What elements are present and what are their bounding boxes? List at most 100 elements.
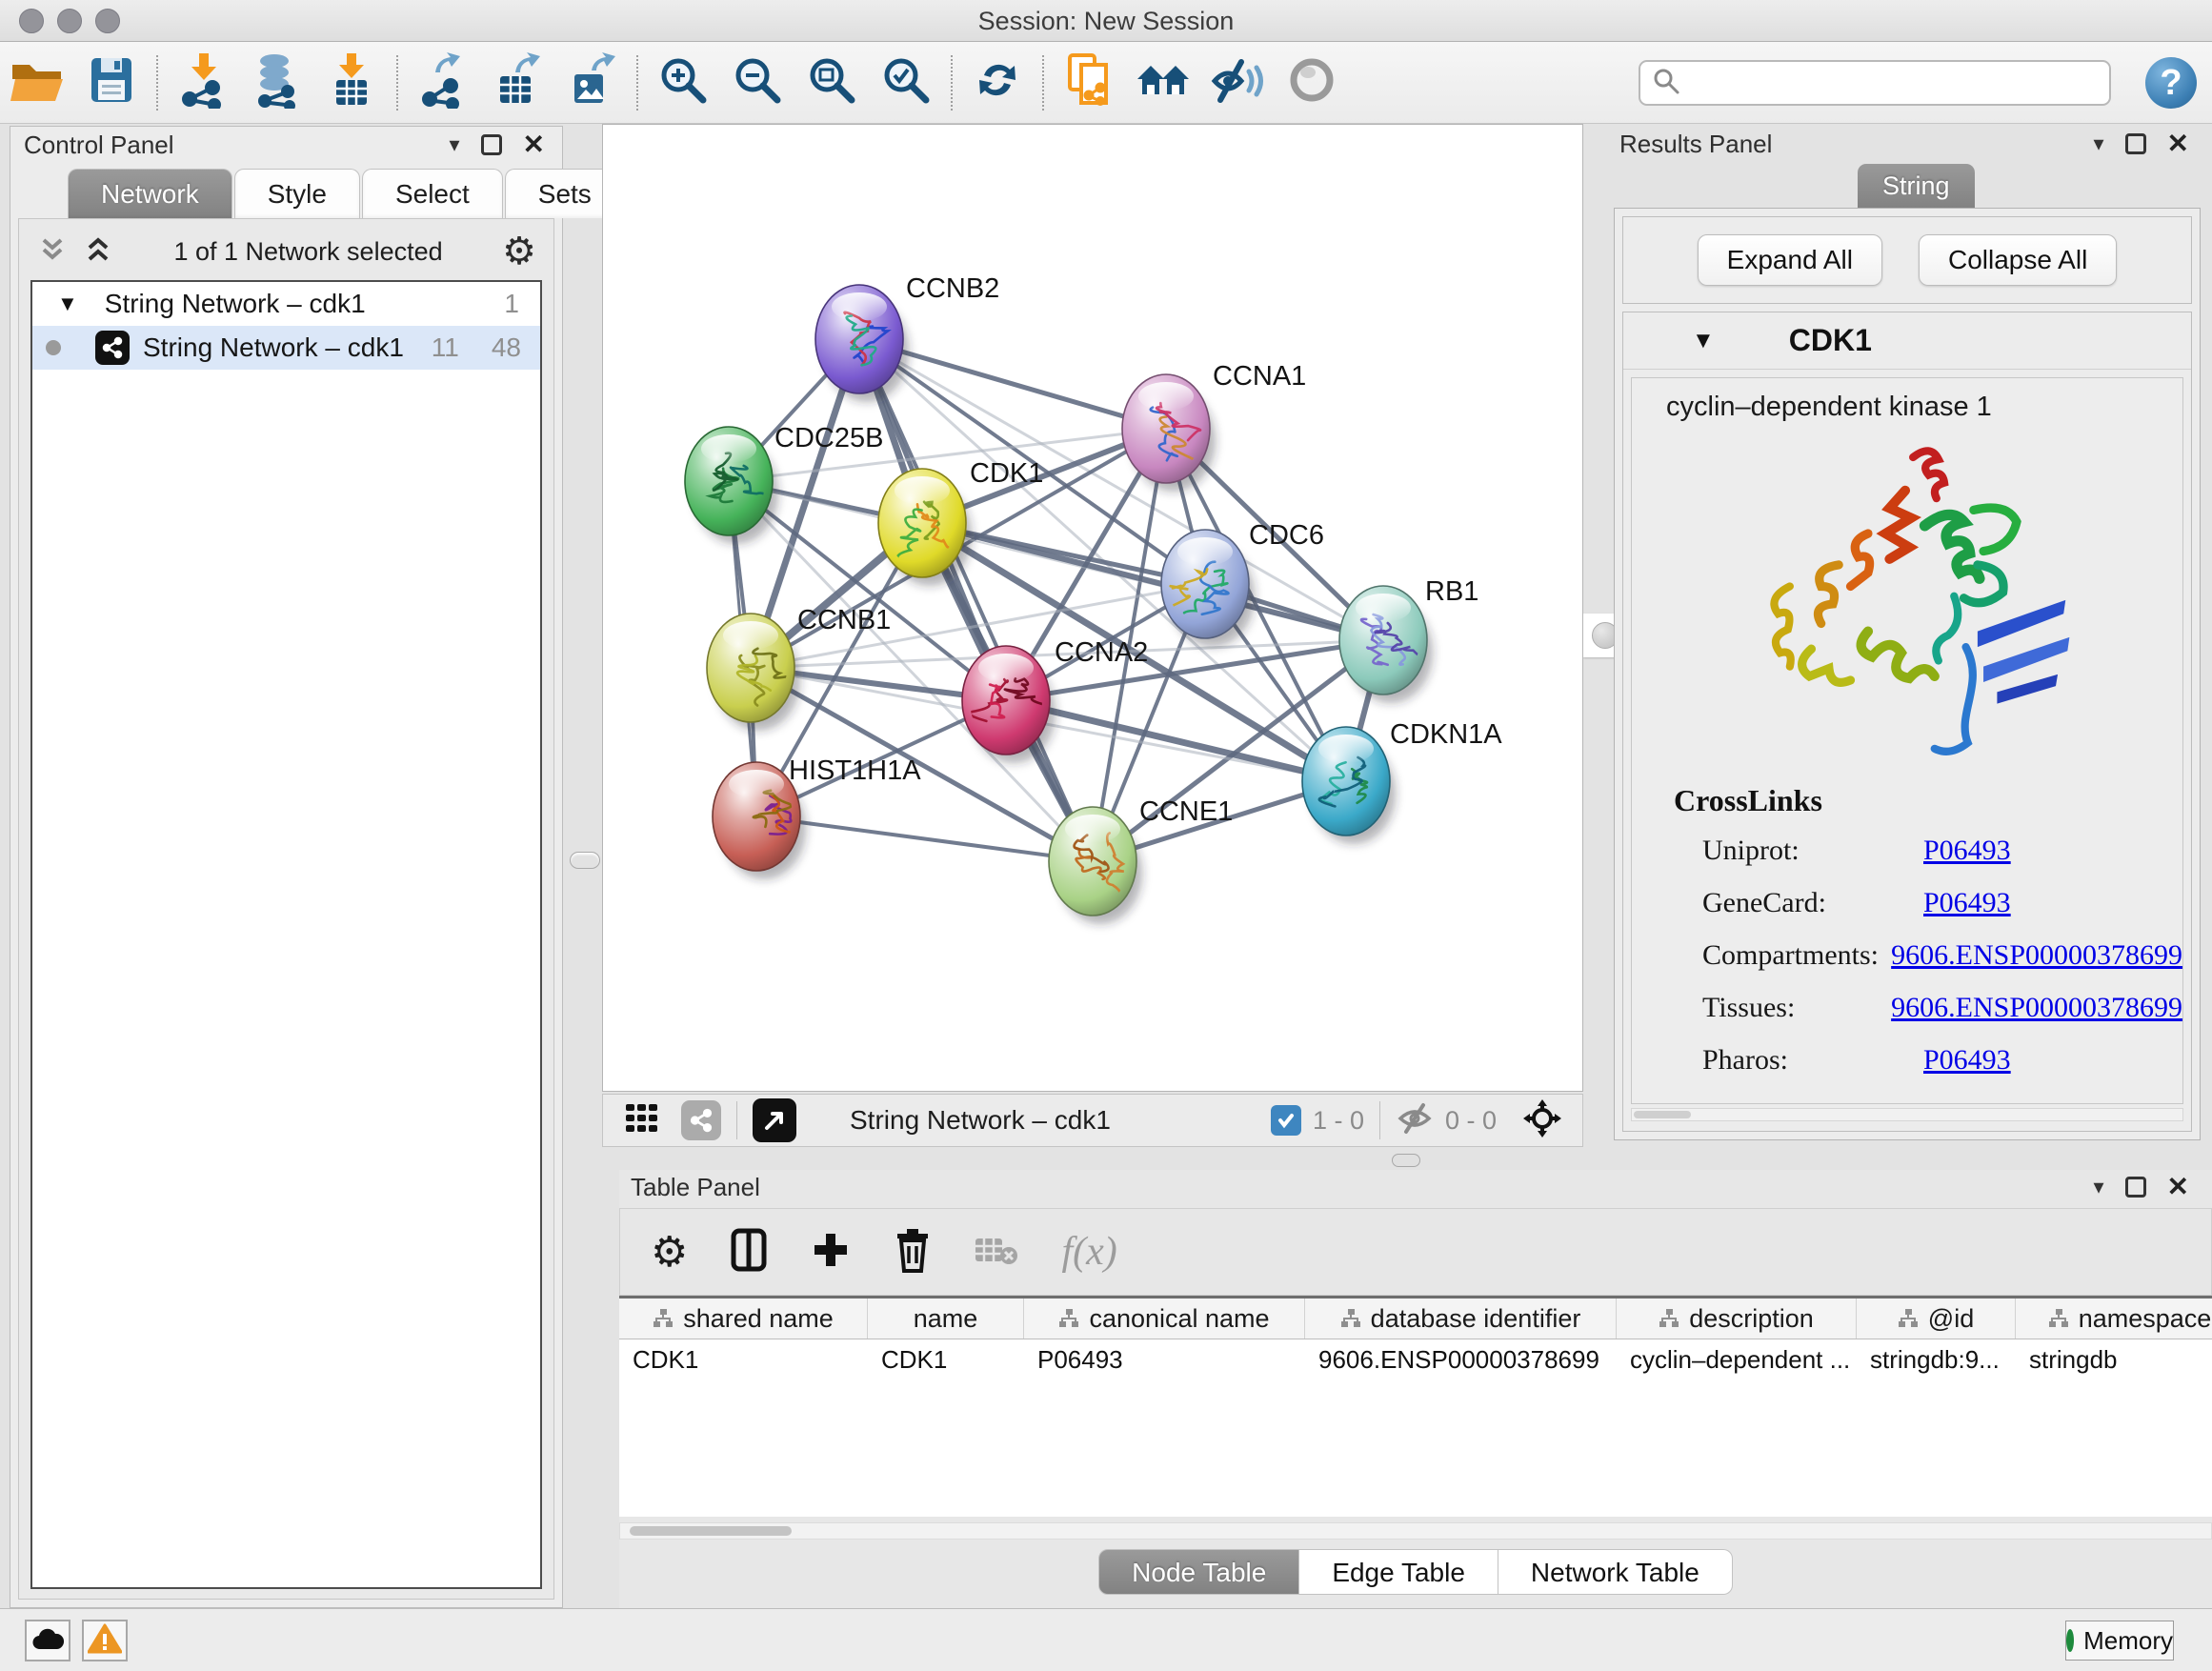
column-header-description[interactable]: description — [1617, 1299, 1857, 1339]
gene-name: CDK1 — [1789, 323, 1872, 358]
add-column-icon[interactable] — [810, 1229, 852, 1276]
tree-expand-icon[interactable]: ▼ — [57, 292, 78, 316]
column-header-shared-name[interactable]: shared name — [619, 1299, 868, 1339]
table-row[interactable]: CDK1CDK1P064939606.ENSP00000378699cyclin… — [619, 1339, 2212, 1379]
network-node-CDKN1A[interactable]: CDKN1A — [1302, 719, 1502, 844]
help-button[interactable]: ? — [2145, 57, 2197, 109]
table-cell[interactable]: P06493 — [1024, 1345, 1305, 1375]
grid-view-icon[interactable] — [624, 1100, 660, 1141]
network-node-CCNA1[interactable]: CCNA1 — [1122, 361, 1306, 492]
search-input[interactable] — [1688, 69, 2098, 98]
panel-close-icon[interactable]: ✕ — [2167, 133, 2189, 154]
hidden-eye-icon[interactable] — [1396, 1101, 1434, 1140]
column-header-database-identifier[interactable]: database identifier — [1305, 1299, 1617, 1339]
trash-icon[interactable] — [894, 1227, 932, 1278]
import-network-file-button[interactable] — [166, 49, 240, 117]
crosslink-link[interactable]: 9606.ENSP00000378699 — [1891, 992, 2182, 1024]
open-session-button[interactable] — [0, 49, 74, 117]
table-cell[interactable]: cyclin–dependent ... — [1617, 1345, 1857, 1375]
columns-icon[interactable] — [730, 1227, 768, 1278]
tab-node-table[interactable]: Node Table — [1098, 1549, 1299, 1595]
panel-close-icon[interactable]: ✕ — [523, 134, 545, 155]
tab-style[interactable]: Style — [234, 169, 360, 218]
panel-menu-icon[interactable]: ▾ — [2093, 1175, 2103, 1199]
tab-edge-table[interactable]: Edge Table — [1299, 1549, 1498, 1595]
table-cell[interactable]: CDK1 — [868, 1345, 1024, 1375]
table-cell[interactable]: stringdb:9... — [1857, 1345, 2016, 1375]
table-cell[interactable]: stringdb — [2016, 1345, 2212, 1375]
network-node-RB1[interactable]: RB1 — [1339, 576, 1478, 703]
collapse-all-icon[interactable] — [36, 234, 69, 270]
gear-icon[interactable]: ⚙ — [502, 230, 536, 273]
control-panel-tabs: NetworkStyleSelectSets — [68, 169, 627, 218]
memory-button[interactable]: Memory — [2065, 1621, 2174, 1661]
zoom-selected-button[interactable] — [869, 49, 943, 117]
results-scrollbar[interactable] — [1631, 1108, 2183, 1121]
network-node-HIST1H1A[interactable]: HIST1H1A — [713, 755, 921, 879]
expand-all-button[interactable]: Expand All — [1698, 234, 1882, 286]
tab-network-table[interactable]: Network Table — [1498, 1549, 1733, 1595]
expand-all-icon[interactable] — [82, 234, 114, 270]
zoom-fit-button[interactable] — [794, 49, 869, 117]
tab-string[interactable]: String — [1858, 164, 1975, 208]
crosslink-row: Compartments:9606.ENSP00000378699 — [1702, 929, 2182, 981]
panel-menu-icon[interactable]: ▾ — [2093, 131, 2103, 156]
share-view-icon[interactable] — [681, 1100, 721, 1140]
column-header-namespace[interactable]: namespace — [2016, 1299, 2212, 1339]
export-network-button[interactable] — [406, 49, 480, 117]
panel-menu-icon[interactable]: ▾ — [449, 132, 459, 157]
export-image-button[interactable] — [554, 49, 629, 117]
crosshair-icon[interactable] — [1521, 1097, 1563, 1144]
zoom-in-button[interactable] — [646, 49, 720, 117]
panel-float-icon[interactable] — [2125, 1177, 2146, 1198]
cloud-button[interactable] — [25, 1620, 70, 1661]
table-cell[interactable]: CDK1 — [619, 1345, 868, 1375]
left-splitter-handle[interactable] — [570, 852, 600, 869]
network-canvas[interactable]: CCNB2CCNA1CDC25BCDK1CDC6RB1CCNB1CCNA2CDK… — [602, 124, 1583, 1092]
tab-network[interactable]: Network — [68, 169, 232, 218]
network-node-CCNE1[interactable]: CCNE1 — [1049, 796, 1233, 924]
network-graph[interactable]: CCNB2CCNA1CDC25BCDK1CDC6RB1CCNB1CCNA2CDK… — [603, 125, 1582, 1091]
collapse-all-button[interactable]: Collapse All — [1919, 234, 2117, 286]
table-panel-title: Table Panel — [631, 1173, 760, 1202]
network-node-CDK1[interactable]: CDK1 — [878, 458, 1043, 586]
entry-collapse-icon[interactable]: ▼ — [1692, 328, 1715, 354]
crosslink-link[interactable]: 9606.ENSP00000378699 — [1891, 939, 2182, 972]
zoom-in-icon — [655, 52, 711, 112]
network-row[interactable]: String Network – cdk1 11 48 — [32, 326, 540, 370]
table-horizontal-scrollbar[interactable] — [619, 1522, 2212, 1540]
network-node-CDC6[interactable]: CDC6 — [1161, 520, 1324, 647]
navigator-icon[interactable] — [753, 1098, 796, 1142]
import-network-database-button[interactable] — [240, 49, 314, 117]
crosslink-link[interactable]: P06493 — [1923, 1044, 2011, 1077]
import-table-button[interactable] — [314, 49, 389, 117]
network-node-CCNB1[interactable]: CCNB1 — [707, 605, 891, 731]
column-header-canonical-name[interactable]: canonical name — [1024, 1299, 1305, 1339]
zoom-out-button[interactable] — [720, 49, 794, 117]
horizontal-splitter-handle[interactable] — [1392, 1154, 1420, 1167]
panel-float-icon[interactable] — [481, 134, 502, 155]
panel-close-icon[interactable]: ✕ — [2167, 1177, 2189, 1198]
crosslink-link[interactable]: P06493 — [1923, 835, 2011, 867]
tab-select[interactable]: Select — [362, 169, 503, 218]
houses-button[interactable] — [1126, 49, 1200, 117]
save-session-button[interactable] — [74, 49, 149, 117]
column-header-@id[interactable]: @id — [1857, 1299, 2016, 1339]
crosslink-link[interactable]: P06493 — [1923, 887, 2011, 919]
network-edge[interactable] — [756, 816, 1093, 861]
panel-float-icon[interactable] — [2125, 133, 2146, 154]
table-cell[interactable]: 9606.ENSP00000378699 — [1305, 1345, 1617, 1375]
refresh-button[interactable] — [960, 49, 1035, 117]
selected-checkbox-icon[interactable] — [1271, 1105, 1301, 1136]
show-orb-button[interactable] — [1275, 49, 1349, 117]
share-document-button[interactable] — [1052, 49, 1126, 117]
gear-icon[interactable]: ⚙ — [651, 1228, 688, 1277]
warning-button[interactable] — [82, 1620, 128, 1661]
column-header-name[interactable]: name — [868, 1299, 1024, 1339]
hide-eye-button[interactable] — [1200, 49, 1275, 117]
hierarchy-icon — [1058, 1308, 1079, 1329]
export-table-button[interactable] — [480, 49, 554, 117]
import-table-icon — [325, 51, 378, 113]
network-collection-row[interactable]: ▼ String Network – cdk1 1 — [32, 282, 540, 326]
gene-entry-header[interactable]: ▼ CDK1 — [1623, 312, 2191, 370]
